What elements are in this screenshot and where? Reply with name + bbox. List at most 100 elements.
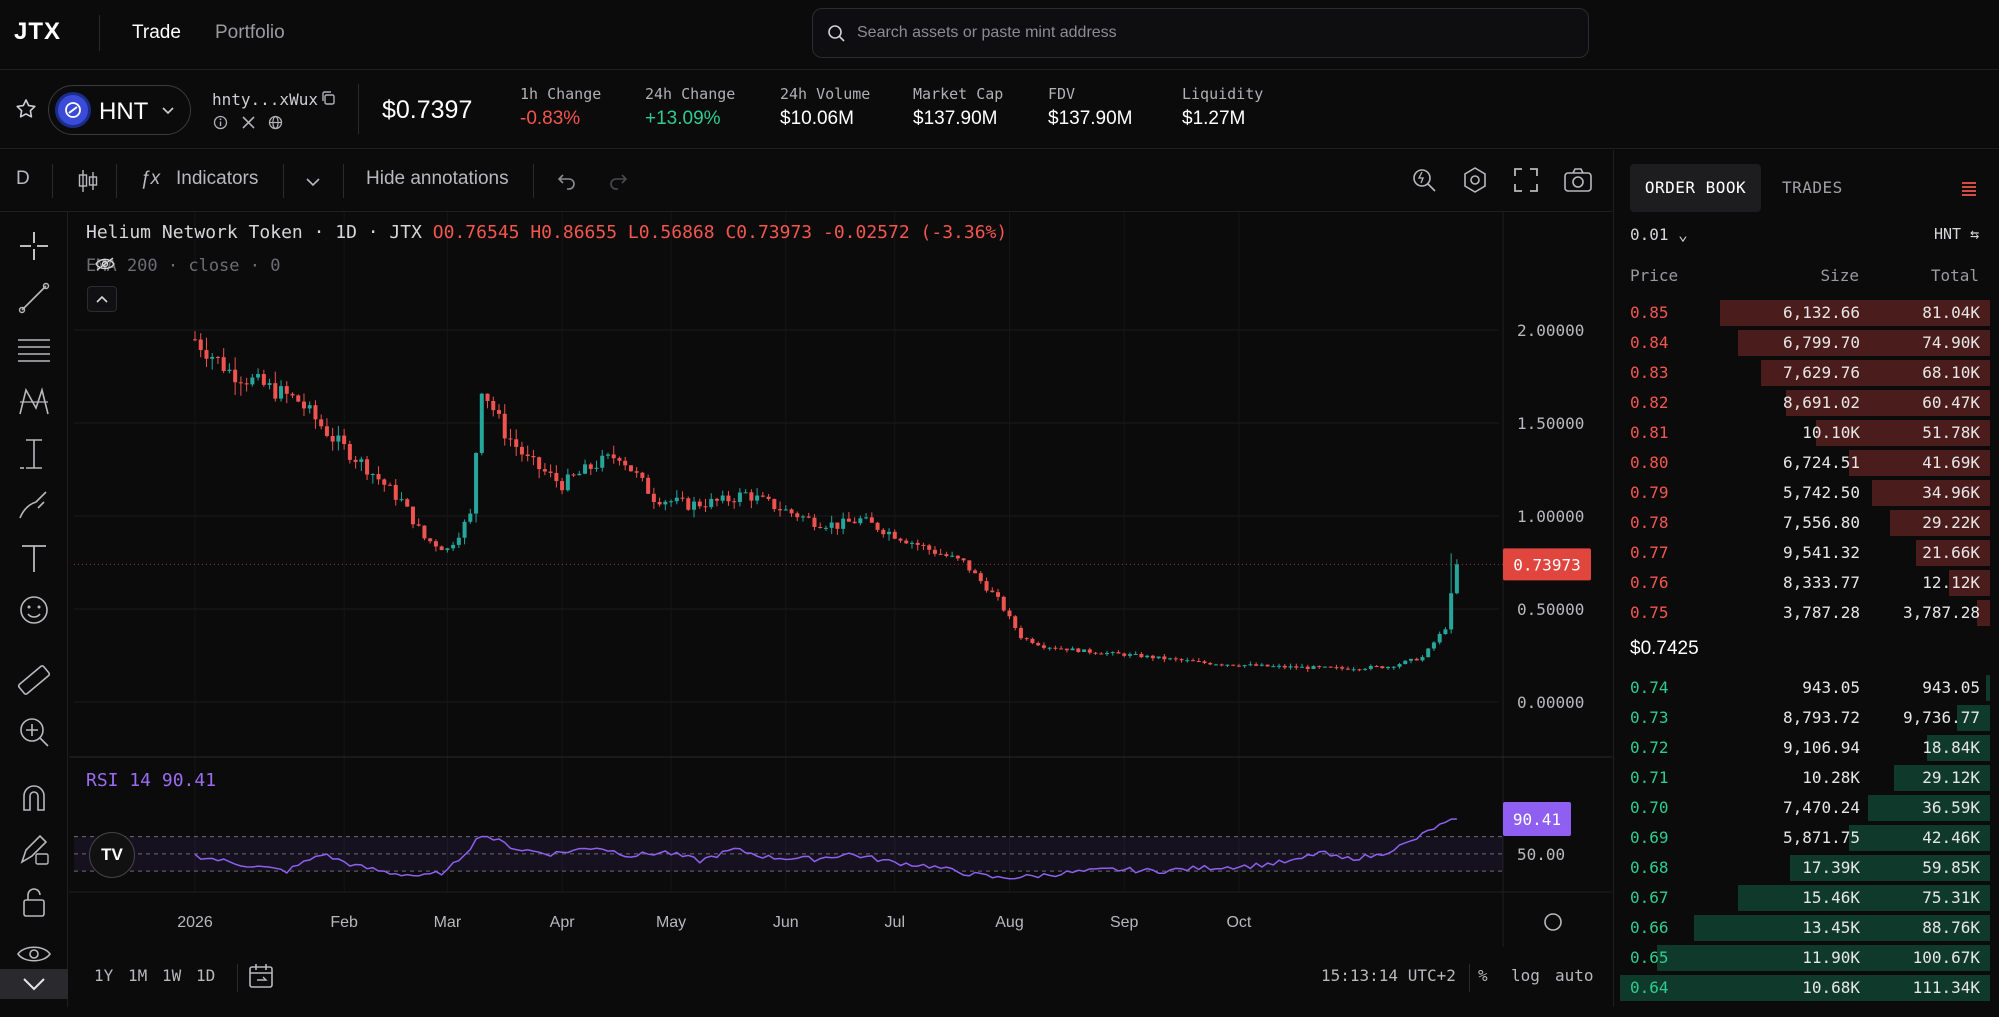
bid-row[interactable]: 0.74 943.05 943.05	[1614, 672, 1999, 702]
settings-gear-icon[interactable]	[1461, 166, 1489, 194]
ema-indicator-label[interactable]: EMA 200 · close · 0	[86, 256, 280, 276]
last-price-tag-label: 0.73973	[1513, 555, 1580, 574]
timeframe-1y[interactable]: 1Y	[94, 966, 113, 985]
candle-body	[1110, 652, 1115, 654]
redo-icon[interactable]	[607, 172, 629, 190]
collapse-toolbar-button[interactable]	[0, 969, 68, 999]
candle-body	[502, 413, 507, 439]
copy-icon[interactable]	[320, 90, 336, 106]
candle-body	[221, 357, 226, 371]
ask-row[interactable]: 0.83 7,629.76 68.10K	[1614, 357, 1999, 387]
calendar-range-icon[interactable]	[247, 962, 275, 990]
ask-row[interactable]: 0.81 10.10K 51.78K	[1614, 417, 1999, 447]
bid-row[interactable]: 0.72 9,106.94 18.84K	[1614, 732, 1999, 762]
ask-row[interactable]: 0.79 5,742.50 34.96K	[1614, 477, 1999, 507]
search-box[interactable]	[812, 8, 1589, 58]
favorite-star-icon[interactable]	[14, 97, 38, 121]
text-tool-icon[interactable]	[14, 538, 54, 578]
candle-body	[1334, 667, 1339, 669]
auto-scale-toggle[interactable]: auto	[1555, 966, 1594, 985]
timeframe-1m[interactable]: 1M	[128, 966, 147, 985]
candle-body	[1139, 653, 1144, 658]
lock-icon[interactable]	[14, 882, 54, 922]
ask-row[interactable]: 0.78 7,556.80 29.22K	[1614, 507, 1999, 537]
candle-body	[1242, 665, 1247, 667]
eye-icon[interactable]	[14, 934, 54, 974]
price-chart[interactable]: 2.00000 1.50000 1.00000 0.50000 0.00000 2026 F…	[69, 212, 1612, 1007]
nav-portfolio[interactable]: Portfolio	[215, 22, 285, 44]
app-logo[interactable]: JTX	[14, 18, 61, 46]
candle-body	[766, 496, 771, 499]
hide-annotations-button[interactable]: Hide annotations	[366, 168, 509, 190]
interval-button[interactable]: D	[16, 168, 30, 190]
token-selector[interactable]: HNT	[48, 85, 191, 135]
magnet-icon[interactable]	[14, 778, 54, 818]
ask-row[interactable]: 0.75 3,787.28 3,787.28	[1614, 597, 1999, 627]
bid-row[interactable]: 0.68 17.39K 59.85K	[1614, 852, 1999, 882]
unit-toggle[interactable]: HNT ⇆	[1934, 225, 1979, 243]
candles-type-icon[interactable]	[76, 168, 100, 194]
nav-trade[interactable]: Trade	[132, 22, 181, 44]
fullscreen-icon[interactable]	[1513, 167, 1539, 193]
emoji-icon[interactable]	[14, 590, 54, 630]
clock-timezone[interactable]: 15:13:14 UTC+2	[1321, 966, 1456, 985]
ask-row[interactable]: 0.77 9,541.32 21.66K	[1614, 537, 1999, 567]
timeframe-1w[interactable]: 1W	[162, 966, 181, 985]
ruler-icon[interactable]	[14, 660, 54, 700]
x-tick-label: Aug	[995, 914, 1023, 931]
candle-body	[353, 459, 358, 462]
column-price: Price	[1630, 266, 1679, 285]
trend-line-icon[interactable]	[14, 278, 54, 318]
collapse-legend-button[interactable]	[87, 286, 117, 312]
indicators-button[interactable]: Indicators	[176, 168, 258, 190]
search-input[interactable]	[857, 19, 1557, 47]
candle-body	[273, 383, 278, 399]
bid-row[interactable]: 0.69 5,871.75 42.46K	[1614, 822, 1999, 852]
tradingview-logo[interactable]: TV	[89, 832, 135, 878]
log-scale-toggle[interactable]: log	[1511, 966, 1540, 985]
fib-retracement-icon[interactable]	[14, 330, 54, 370]
candle-body	[1397, 664, 1402, 667]
ask-row[interactable]: 0.76 8,333.77 12.12K	[1614, 567, 1999, 597]
ask-row[interactable]: 0.80 6,724.51 41.69K	[1614, 447, 1999, 477]
order-total: 3,787.28	[1902, 603, 1980, 622]
percent-scale-toggle[interactable]: %	[1478, 966, 1488, 985]
bid-row[interactable]: 0.66 13.45K 88.76K	[1614, 912, 1999, 942]
bid-row[interactable]: 0.73 8,793.72 9,736.77	[1614, 702, 1999, 732]
candle-body	[256, 374, 261, 378]
camera-icon[interactable]	[1563, 167, 1593, 193]
tab-trades[interactable]: TRADES	[1782, 178, 1843, 197]
candle-body	[1259, 664, 1264, 666]
undo-icon[interactable]	[556, 172, 578, 190]
crosshair-icon[interactable]	[14, 226, 54, 266]
bid-row[interactable]: 0.67 15.46K 75.31K	[1614, 882, 1999, 912]
brush-icon[interactable]	[14, 486, 54, 526]
bid-row[interactable]: 0.71 10.28K 29.12K	[1614, 762, 1999, 792]
bid-row[interactable]: 0.70 7,470.24 36.59K	[1614, 792, 1999, 822]
bid-row[interactable]: 0.64 10.68K 111.34K	[1614, 972, 1999, 1002]
ask-row[interactable]: 0.84 6,799.70 74.90K	[1614, 327, 1999, 357]
hidden-eye-icon[interactable]	[94, 256, 116, 272]
ask-row[interactable]: 0.82 8,691.02 60.47K	[1614, 387, 1999, 417]
layout-menu-icon[interactable]	[1960, 180, 1978, 198]
tick-size-select[interactable]: 0.01 ⌄	[1630, 225, 1688, 244]
timeframe-1d[interactable]: 1D	[196, 966, 215, 985]
info-icon[interactable]	[213, 115, 228, 130]
tab-order-book[interactable]: ORDER BOOK	[1630, 164, 1761, 212]
measure-icon[interactable]	[14, 434, 54, 474]
quick-search-icon[interactable]	[1410, 166, 1438, 194]
chevron-down-icon[interactable]	[305, 176, 321, 188]
chart-canvas[interactable]: 2.00000 1.50000 1.00000 0.50000 0.00000 2026 F…	[69, 212, 1612, 1007]
ask-row[interactable]: 0.85 6,132.66 81.04K	[1614, 297, 1999, 327]
order-total: 59.85K	[1922, 858, 1980, 877]
pattern-icon[interactable]	[14, 382, 54, 422]
zoom-in-icon[interactable]	[14, 712, 54, 752]
lock-pencil-icon[interactable]	[14, 830, 54, 870]
bid-row[interactable]: 0.65 11.90K 100.67K	[1614, 942, 1999, 972]
candle-body	[233, 369, 238, 383]
chart-bottom-bar: 1Y 1M 1W 1D 15:13:14 UTC+2 % log auto	[69, 950, 1612, 1007]
candle-body	[973, 570, 978, 574]
y-tick-label: 1.00000	[1517, 507, 1584, 526]
website-globe-icon[interactable]	[268, 115, 283, 130]
x-social-icon[interactable]	[241, 115, 256, 130]
